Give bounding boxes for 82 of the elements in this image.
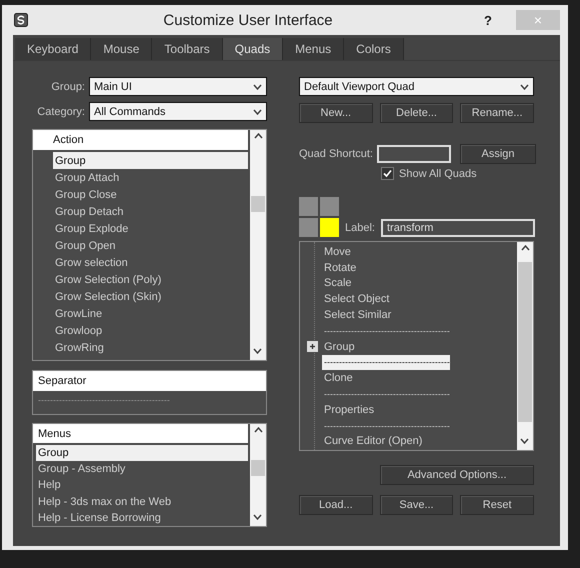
field-label: Quad Shortcut: (299, 148, 373, 160)
list-item[interactable]: -------------------------------------------- (36, 391, 248, 408)
scroll-up-icon[interactable] (520, 245, 530, 251)
list-item[interactable]: Group Explode (53, 220, 248, 237)
chevron-down-icon[interactable] (520, 84, 529, 90)
menu-item[interactable]: Group (322, 338, 515, 355)
group-dropdown[interactable]: Main UI (89, 77, 267, 96)
scroll-down-icon[interactable] (253, 348, 262, 354)
list-item[interactable]: Grow Selection (Skin) (53, 288, 248, 305)
set-button[interactable]: New... (299, 103, 373, 123)
menu-item[interactable]: Select Object (322, 291, 515, 308)
separator-item[interactable]: ------------------------------------------ (322, 386, 450, 402)
window-title: Customize User Interface (162, 12, 334, 28)
list-item[interactable]: Help - 3ds max on the Web (36, 494, 248, 510)
chevron-down-icon[interactable] (253, 108, 262, 114)
field-label: Category: (36, 106, 85, 118)
scroll-down-icon[interactable] (520, 438, 529, 444)
list-item[interactable]: Help - License Borrowing (36, 510, 248, 526)
list-item[interactable]: Grow selection (53, 254, 248, 271)
separator-item[interactable]: ------------------------------------------ (322, 418, 450, 434)
field-label: Group: (50, 80, 85, 92)
menu-item[interactable]: Clone (322, 370, 515, 386)
checkbox-label: Show All Quads (399, 168, 477, 180)
scroll-down-icon[interactable] (253, 514, 262, 520)
menu-item[interactable]: Rotate (322, 260, 515, 276)
list-item[interactable]: Help (36, 477, 248, 494)
quad-set-dropdown[interactable]: Default Viewport Quad (299, 77, 534, 96)
column-header: Action (33, 130, 248, 150)
field-label: Label: (345, 222, 375, 234)
label-field[interactable]: transform (380, 219, 535, 237)
chevron-down-icon[interactable] (253, 84, 262, 90)
menus-list[interactable]: Menus Group Group - Assembly Help Help - 3ds max on the Web Help - License Borrowing (32, 423, 267, 527)
separator-list[interactable]: Separator -------------------------------------------- (32, 370, 267, 415)
tab[interactable]: Menus (283, 38, 344, 60)
tab[interactable]: Toolbars (152, 38, 223, 60)
list-item[interactable]: Group - Assembly (36, 461, 248, 478)
list-item[interactable]: Group (36, 444, 248, 462)
list-item[interactable]: GrowRing (53, 339, 248, 356)
expand-icon[interactable] (307, 341, 318, 352)
menu-item[interactable]: Curve Editor (Open) (322, 434, 515, 450)
scroll-up-icon[interactable] (254, 427, 262, 433)
scrollbar-thumb[interactable] (518, 262, 532, 422)
menu-item[interactable]: Select Similar (322, 307, 515, 323)
scrollbar[interactable] (250, 130, 266, 360)
list-item[interactable]: Group Detach (53, 203, 248, 220)
list-item[interactable]: Grow Selection (Poly) (53, 271, 248, 288)
column-header: Separator (33, 371, 266, 391)
help-button[interactable]: ? (468, 12, 508, 28)
tab[interactable]: Quads (222, 38, 284, 60)
scrollbar-thumb[interactable] (251, 196, 265, 212)
tab[interactable]: Colors (344, 38, 404, 60)
checkbox[interactable] (381, 167, 394, 180)
list-item[interactable]: Group Attach (53, 169, 248, 186)
scrollbar[interactable] (517, 242, 533, 450)
tab[interactable]: Mouse (91, 38, 152, 60)
column-header: Menus (33, 424, 248, 444)
scrollbar-thumb[interactable] (251, 460, 265, 476)
advanced-options-button[interactable]: Advanced Options... (380, 465, 534, 485)
shortcut-field[interactable] (377, 145, 451, 163)
scrollbar[interactable] (250, 424, 266, 526)
menu-item[interactable]: Move (322, 244, 515, 260)
separator-item[interactable]: ------------------------------------------ (322, 322, 450, 339)
list-item[interactable]: Growloop (53, 322, 248, 339)
set-button[interactable]: Delete... (380, 103, 454, 123)
action-list[interactable]: Action Group Group Attach Group Close Group Detach Group Explode Group Open Grow selection Grow Selection (Poly) Grow Selection (Skin) GrowLine Growloop GrowRing (32, 129, 267, 361)
menu-item[interactable]: Scale (322, 276, 515, 292)
scroll-up-icon[interactable] (254, 133, 262, 139)
app-icon (14, 13, 28, 27)
tab[interactable]: Keyboard (15, 38, 92, 60)
list-item[interactable]: GrowLine (53, 305, 248, 322)
list-item[interactable]: Group Open (53, 237, 248, 254)
menu-item[interactable]: Properties (322, 402, 515, 418)
category-dropdown[interactable]: All Commands (89, 102, 267, 121)
file-button[interactable]: Load... (299, 495, 373, 515)
assign-button[interactable]: Assign (460, 144, 536, 164)
list-item[interactable]: Group (53, 152, 248, 169)
separator-item[interactable]: ------------------------------------------ (322, 354, 450, 370)
list-item[interactable]: Group Close (53, 186, 248, 203)
set-button[interactable]: Rename... (460, 103, 534, 123)
quad-menu-tree[interactable] (299, 241, 534, 451)
file-button[interactable]: Reset (460, 495, 534, 515)
file-button[interactable]: Save... (380, 495, 454, 515)
